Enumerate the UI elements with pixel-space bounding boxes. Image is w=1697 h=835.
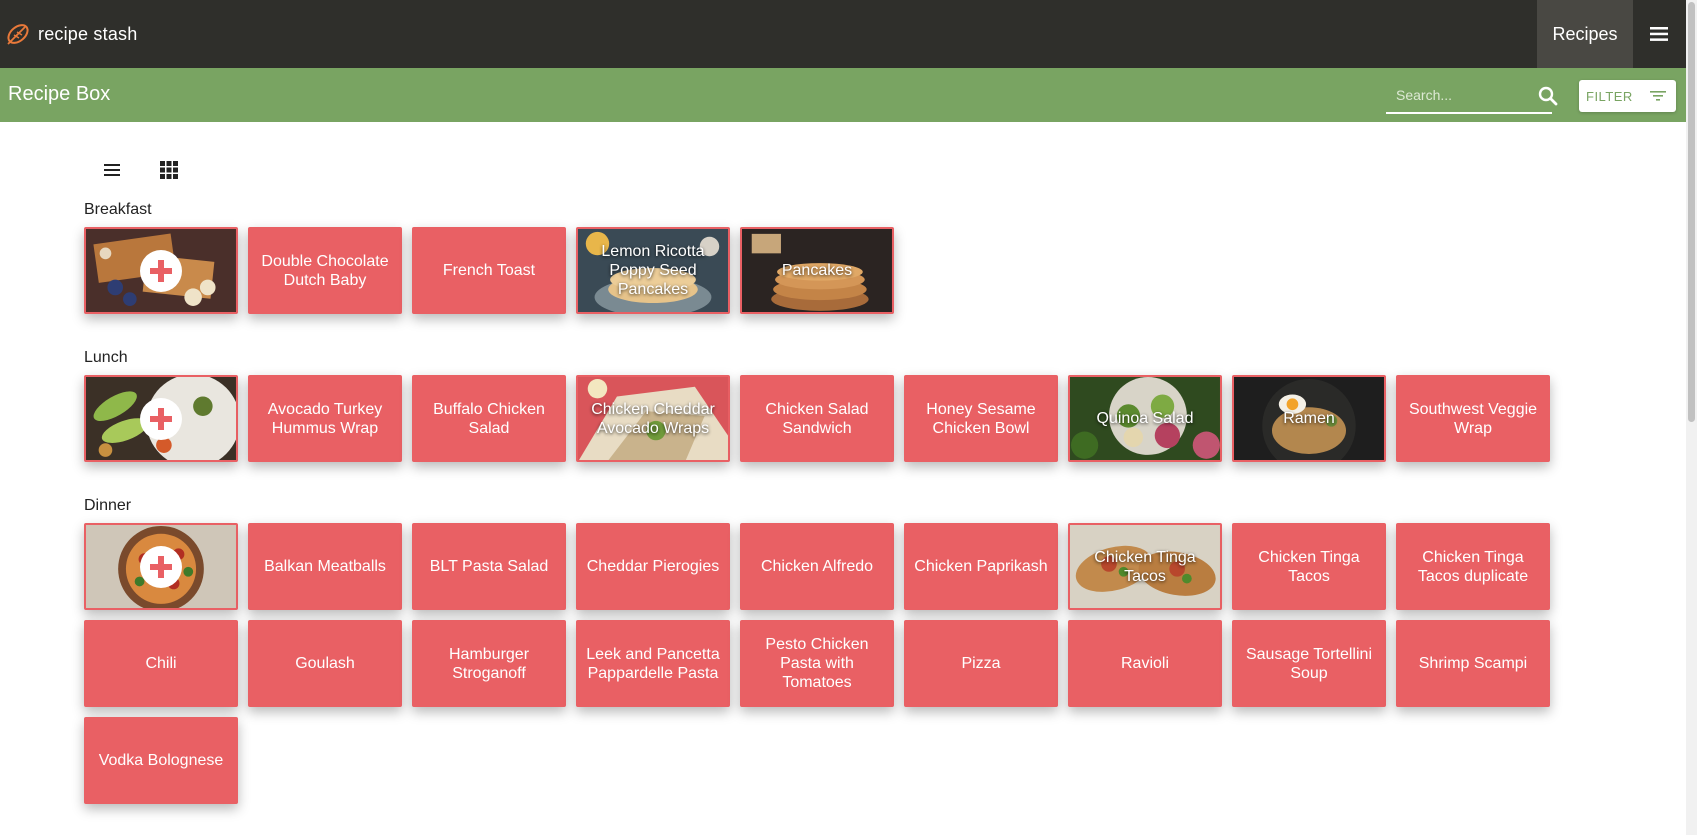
list-view-icon bbox=[104, 164, 120, 176]
recipe-tile[interactable]: Chicken Alfredo bbox=[740, 523, 894, 610]
recipe-title: Goulash bbox=[295, 655, 355, 672]
recipe-tile[interactable]: Avocado Turkey Hummus Wrap bbox=[248, 375, 402, 462]
recipe-tile[interactable]: Chicken Cheddar Avocado Wraps bbox=[576, 375, 730, 462]
recipe-title: Chicken Paprikash bbox=[914, 558, 1048, 575]
search-box bbox=[1386, 78, 1558, 114]
recipe-title: Chicken Tinga Tacos bbox=[1258, 548, 1360, 585]
recipe-tile[interactable]: Lemon Ricotta Poppy Seed Pancakes bbox=[576, 227, 730, 314]
grid-view-icon bbox=[160, 161, 178, 179]
recipe-tile[interactable]: Chicken Tinga Tacos bbox=[1068, 523, 1222, 610]
recipe-tile[interactable]: Ramen bbox=[1232, 375, 1386, 462]
recipe-tile[interactable]: Chicken Tinga Tacos duplicate bbox=[1396, 523, 1550, 610]
recipe-title: Southwest Veggie Wrap bbox=[1408, 400, 1538, 437]
add-recipe-button[interactable] bbox=[140, 397, 182, 440]
recipe-title: Chicken Tinga Tacos bbox=[1094, 548, 1196, 585]
add-recipe-tile-dinner[interactable] bbox=[84, 523, 238, 610]
recipe-title: Hamburger Stroganoff bbox=[448, 645, 530, 682]
nav-recipes-link[interactable]: Recipes bbox=[1537, 0, 1633, 68]
search-input[interactable] bbox=[1386, 82, 1526, 108]
recipe-tile[interactable]: Ravioli bbox=[1068, 620, 1222, 707]
recipe-title: Chicken Cheddar Avocado Wraps bbox=[591, 400, 715, 437]
top-navbar: recipe stash Recipes bbox=[0, 0, 1686, 68]
add-recipe-tile-lunch[interactable] bbox=[84, 375, 238, 462]
recipe-title: Quinoa Salad bbox=[1096, 410, 1194, 427]
add-recipe-tile-breakfast[interactable] bbox=[84, 227, 238, 314]
recipe-title: Lemon Ricotta Poppy Seed Pancakes bbox=[601, 243, 705, 298]
recipe-title: Vodka Bolognese bbox=[98, 752, 224, 769]
hamburger-menu-icon bbox=[1650, 27, 1668, 41]
grid-view-toggle[interactable] bbox=[156, 159, 182, 181]
add-recipe-button[interactable] bbox=[140, 545, 182, 588]
recipe-tile[interactable]: Chili bbox=[84, 620, 238, 707]
recipe-title: Pesto Chicken Pasta with Tomatoes bbox=[765, 636, 869, 691]
recipe-title: Honey Sesame Chicken Bowl bbox=[926, 400, 1036, 437]
search-icon[interactable] bbox=[1538, 86, 1558, 106]
recipe-tile[interactable]: Double Chocolate Dutch Baby bbox=[248, 227, 402, 314]
recipe-tile[interactable]: Buffalo Chicken Salad bbox=[412, 375, 566, 462]
section-label-breakfast: Breakfast bbox=[84, 201, 152, 218]
recipe-title: Avocado Turkey Hummus Wrap bbox=[267, 400, 383, 437]
recipe-title: BLT Pasta Salad bbox=[429, 558, 549, 575]
scrollbar-thumb[interactable] bbox=[1688, 2, 1695, 422]
recipe-tile[interactable]: Vodka Bolognese bbox=[84, 717, 238, 804]
recipe-title: French Toast bbox=[442, 262, 536, 279]
filter-button[interactable]: FILTER bbox=[1579, 80, 1676, 112]
plus-icon bbox=[150, 259, 172, 282]
recipe-tile[interactable]: Pizza bbox=[904, 620, 1058, 707]
recipe-tile[interactable]: Pancakes bbox=[740, 227, 894, 314]
add-recipe-button[interactable] bbox=[140, 249, 182, 292]
recipe-title: Shrimp Scampi bbox=[1418, 655, 1528, 672]
recipe-title: Chicken Tinga Tacos duplicate bbox=[1417, 548, 1529, 585]
recipe-tile[interactable]: French Toast bbox=[412, 227, 566, 314]
recipe-tile[interactable]: Chicken Salad Sandwich bbox=[740, 375, 894, 462]
recipe-title: Buffalo Chicken Salad bbox=[433, 400, 545, 437]
recipe-title: Chicken Salad Sandwich bbox=[765, 400, 869, 437]
recipe-title: Double Chocolate Dutch Baby bbox=[261, 252, 389, 289]
recipe-title: Ravioli bbox=[1120, 655, 1169, 672]
recipe-tile[interactable]: Goulash bbox=[248, 620, 402, 707]
section-label-dinner: Dinner bbox=[84, 497, 132, 514]
recipe-tile[interactable]: Chicken Tinga Tacos bbox=[1232, 523, 1386, 610]
recipe-tile[interactable]: Balkan Meatballs bbox=[248, 523, 402, 610]
filter-icon bbox=[1650, 91, 1666, 101]
leaf-logo-icon bbox=[7, 24, 29, 45]
recipe-title: Pancakes bbox=[781, 262, 853, 279]
brand-name: recipe stash bbox=[38, 23, 138, 44]
recipe-title: Balkan Meatballs bbox=[264, 558, 386, 575]
page-title: Recipe Box bbox=[8, 83, 111, 105]
recipe-tile[interactable]: Sausage Tortellini Soup bbox=[1232, 620, 1386, 707]
list-view-toggle[interactable] bbox=[99, 159, 125, 181]
recipe-tile[interactable]: Honey Sesame Chicken Bowl bbox=[904, 375, 1058, 462]
recipe-tile[interactable]: Southwest Veggie Wrap bbox=[1396, 375, 1550, 462]
recipe-title: Cheddar Pierogies bbox=[586, 558, 720, 575]
brand-logo-link[interactable]: recipe stash bbox=[5, 21, 137, 47]
recipe-tile[interactable]: Shrimp Scampi bbox=[1396, 620, 1550, 707]
recipe-tile[interactable]: Leek and Pancetta Pappardelle Pasta bbox=[576, 620, 730, 707]
page-scrollbar[interactable] bbox=[1686, 0, 1697, 835]
filter-label: FILTER bbox=[1586, 88, 1633, 104]
recipe-title: Sausage Tortellini Soup bbox=[1245, 645, 1372, 682]
recipe-tile[interactable]: Quinoa Salad bbox=[1068, 375, 1222, 462]
recipe-tile[interactable]: Pesto Chicken Pasta with Tomatoes bbox=[740, 620, 894, 707]
recipe-tile[interactable]: Hamburger Stroganoff bbox=[412, 620, 566, 707]
recipe-tile[interactable]: Chicken Paprikash bbox=[904, 523, 1058, 610]
plus-icon bbox=[150, 407, 172, 430]
plus-icon bbox=[150, 555, 172, 578]
hamburger-menu-button[interactable] bbox=[1640, 20, 1678, 48]
section-label-lunch: Lunch bbox=[84, 349, 128, 366]
page-header-bar: Recipe Box FILTER bbox=[0, 68, 1686, 122]
recipe-title: Chicken Alfredo bbox=[760, 558, 874, 575]
recipe-title: Chili bbox=[145, 655, 177, 672]
recipe-tile[interactable]: Cheddar Pierogies bbox=[576, 523, 730, 610]
recipe-title: Pizza bbox=[961, 655, 1001, 672]
recipe-title: Leek and Pancetta Pappardelle Pasta bbox=[586, 645, 720, 682]
recipe-tile[interactable]: BLT Pasta Salad bbox=[412, 523, 566, 610]
recipe-title: Ramen bbox=[1283, 410, 1335, 427]
